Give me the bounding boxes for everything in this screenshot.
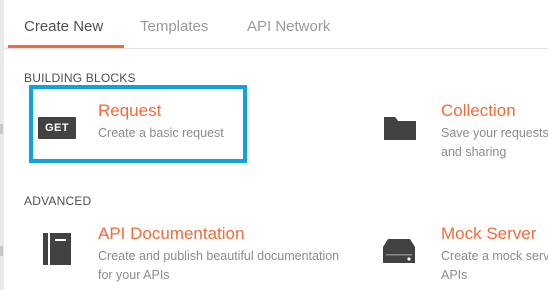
mock-server-description-line-2: APIs <box>441 268 468 282</box>
request-card-title[interactable]: Request <box>98 101 161 121</box>
tab-api-network[interactable]: API Network <box>247 18 330 35</box>
documentation-book-icon <box>43 233 71 265</box>
request-card-description: Create a basic request <box>98 126 224 140</box>
collection-description-line-1: Save your requests <box>441 126 548 140</box>
mock-server-card-description: Create a mock serv APIs <box>441 247 548 285</box>
active-tab-indicator <box>8 45 124 48</box>
api-documentation-card-title[interactable]: API Documentation <box>98 224 244 244</box>
api-documentation-description-line-2: for your APIs <box>98 268 170 282</box>
tab-templates[interactable]: Templates <box>140 18 208 35</box>
mock-server-icon <box>383 239 415 263</box>
tab-create-new[interactable]: Create New <box>24 18 103 35</box>
mock-server-card-title[interactable]: Mock Server <box>441 224 536 244</box>
api-documentation-description-line-1: Create and publish beautiful documentati… <box>98 249 340 263</box>
collection-description-line-2: and sharing <box>441 145 507 159</box>
section-label-advanced: ADVANCED <box>24 194 92 208</box>
background-edge-mark <box>0 124 3 134</box>
background-edge-mark <box>0 246 3 256</box>
get-request-icon: GET <box>38 117 76 139</box>
create-new-modal: Create New Templates API Network BUILDIN… <box>4 0 548 290</box>
section-label-building-blocks: BUILDING BLOCKS <box>24 71 136 85</box>
collection-card-title[interactable]: Collection <box>441 101 516 121</box>
folder-icon <box>384 117 416 140</box>
mock-server-description-line-1: Create a mock serv <box>441 249 548 263</box>
collection-card-description: Save your requests and sharing <box>441 124 548 162</box>
api-documentation-card-description: Create and publish beautiful documentati… <box>98 247 358 285</box>
tab-bar: Create New Templates API Network <box>4 0 548 49</box>
